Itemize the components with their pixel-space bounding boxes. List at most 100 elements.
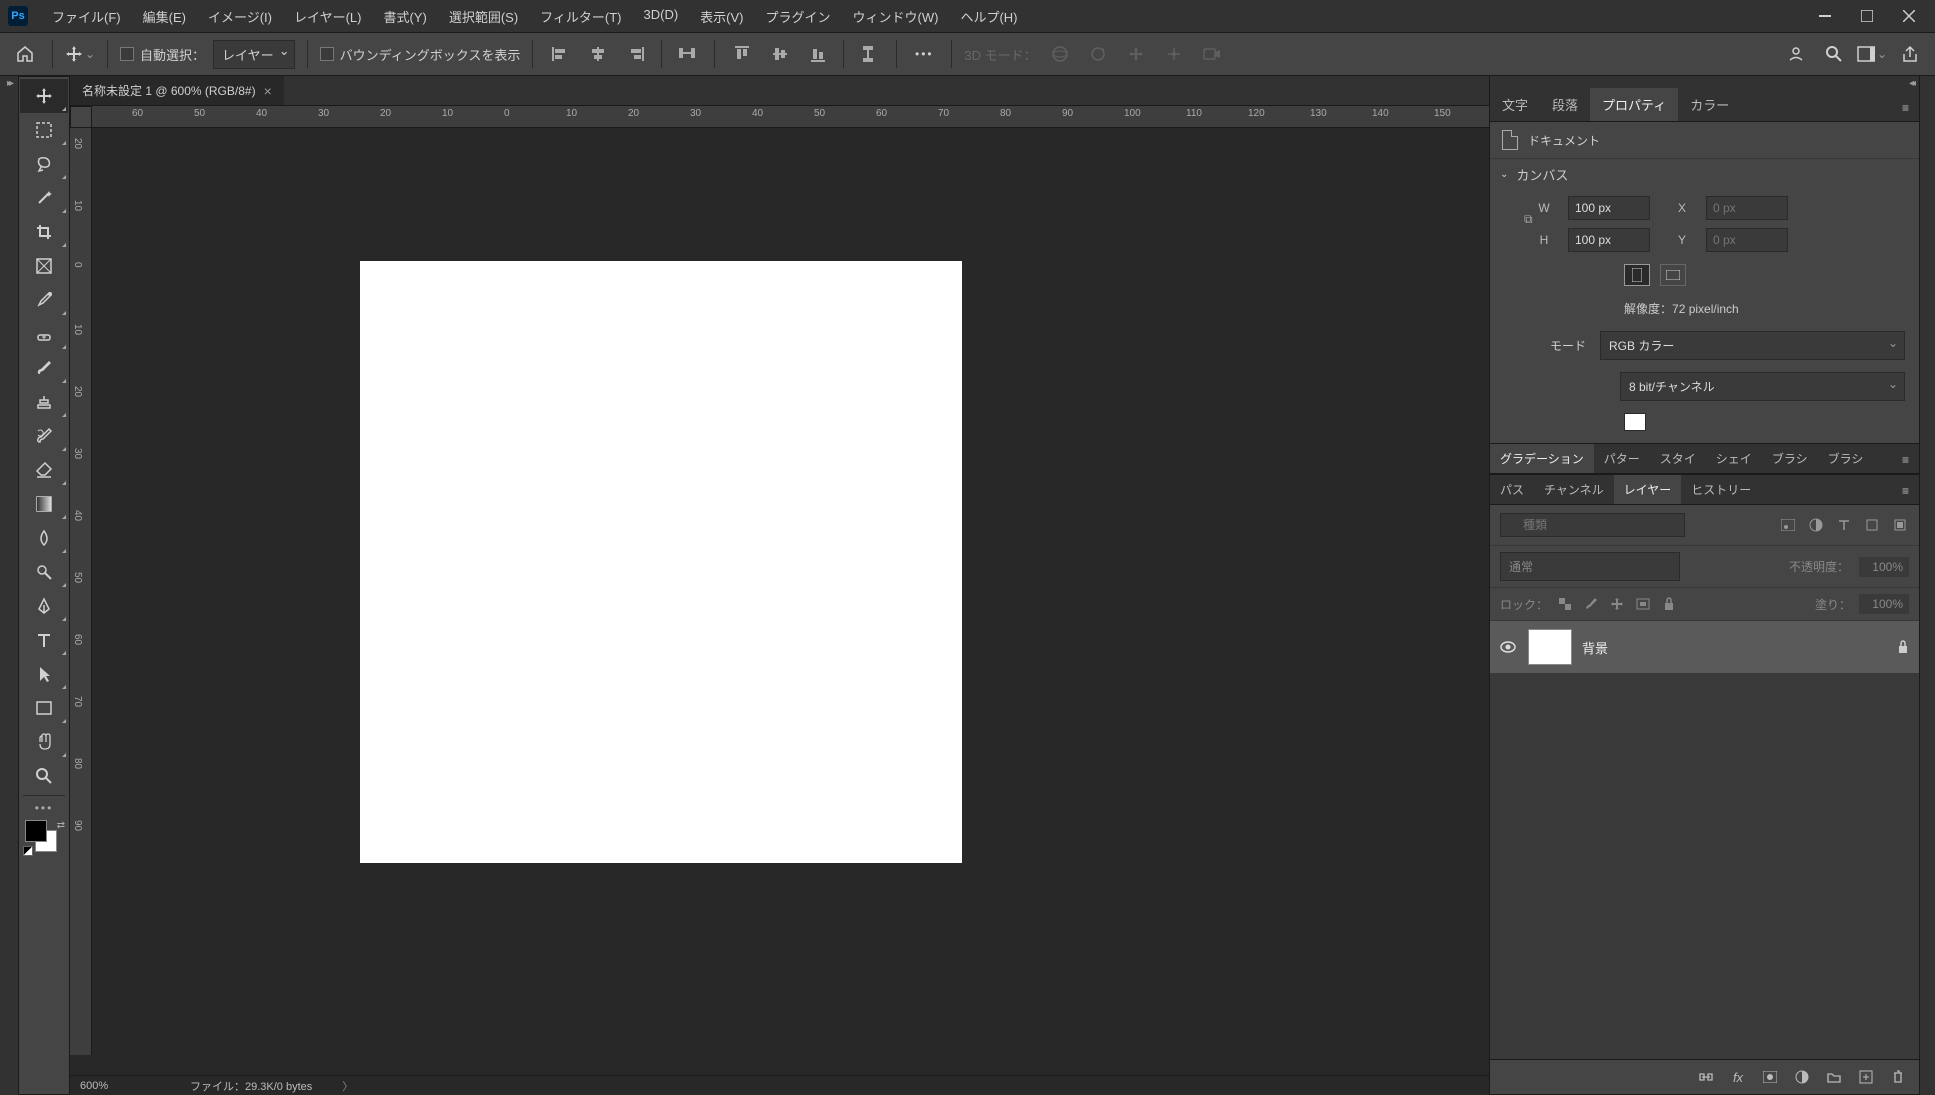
blur-tool[interactable]	[20, 521, 68, 555]
zoom-tool[interactable]	[20, 759, 68, 793]
tab-color[interactable]: カラー	[1678, 88, 1741, 121]
foreground-color-swatch[interactable]	[25, 820, 47, 842]
dodge-tool[interactable]	[20, 555, 68, 589]
document-tab[interactable]: 名称未設定 1 @ 600% (RGB/8#) ×	[70, 76, 284, 105]
tab-patterns[interactable]: パター	[1594, 444, 1650, 473]
tab-shapes[interactable]: シェイ	[1706, 444, 1762, 473]
align-hcenter-icon[interactable]	[583, 39, 613, 69]
tab-paragraph[interactable]: 段落	[1540, 88, 1590, 121]
y-input[interactable]	[1706, 228, 1788, 252]
tab-brushes[interactable]: ブラシ	[1818, 444, 1874, 473]
menu-plugin[interactable]: プラグイン	[756, 3, 841, 30]
status-zoom[interactable]: 600%	[70, 1080, 160, 1092]
lock-position-icon[interactable]	[1608, 595, 1626, 613]
tab-brush-settings[interactable]: ブラシ	[1762, 444, 1818, 473]
layer-thumbnail[interactable]	[1528, 629, 1572, 665]
ruler-horizontal[interactable]: 6050403020100102030405060708090100110120…	[92, 106, 1489, 128]
filter-pixel-icon[interactable]	[1779, 516, 1797, 534]
status-flyout-icon[interactable]: 〉	[342, 1078, 353, 1094]
align-left-icon[interactable]	[545, 39, 575, 69]
blend-mode-dropdown[interactable]: 通常	[1500, 552, 1680, 581]
path-select-tool[interactable]	[20, 657, 68, 691]
history-brush-tool[interactable]	[20, 419, 68, 453]
canvas-viewport[interactable]	[92, 128, 1489, 1055]
eyedropper-tool[interactable]	[20, 283, 68, 317]
checkbox-icon[interactable]	[120, 47, 134, 61]
layer-row-background[interactable]: 背景	[1490, 621, 1919, 673]
layer-visibility-icon[interactable]	[1500, 641, 1518, 653]
layer-mask-icon[interactable]	[1761, 1068, 1779, 1086]
menu-file[interactable]: ファイル(F)	[42, 3, 131, 30]
menu-select[interactable]: 選択範囲(S)	[439, 3, 528, 30]
color-swatches[interactable]: ⇄	[19, 818, 69, 858]
panel-menu-icon[interactable]: ≡	[1892, 447, 1919, 473]
tab-paths[interactable]: パス	[1490, 475, 1534, 504]
hand-tool[interactable]	[20, 725, 68, 759]
orbit-3d-icon[interactable]	[1045, 39, 1075, 69]
brush-tool[interactable]	[20, 351, 68, 385]
menu-type[interactable]: 書式(Y)	[373, 3, 436, 30]
tab-styles[interactable]: スタイ	[1650, 444, 1706, 473]
edit-toolbar-icon[interactable]: •••	[20, 798, 68, 818]
filter-type-icon[interactable]	[1835, 516, 1853, 534]
x-input[interactable]	[1706, 196, 1788, 220]
layer-locked-icon[interactable]	[1897, 640, 1909, 654]
layer-name-label[interactable]: 背景	[1582, 638, 1887, 657]
layer-fx-icon[interactable]: fx	[1729, 1068, 1747, 1086]
align-vcenter-icon[interactable]	[765, 39, 795, 69]
orientation-portrait-icon[interactable]	[1624, 264, 1650, 286]
roll-3d-icon[interactable]	[1083, 39, 1113, 69]
panel-menu-icon[interactable]: ≡	[1892, 478, 1919, 504]
more-options-icon[interactable]: •••	[909, 39, 939, 69]
lock-all-icon[interactable]	[1660, 595, 1678, 613]
delete-layer-icon[interactable]	[1889, 1068, 1907, 1086]
filter-shape-icon[interactable]	[1863, 516, 1881, 534]
slide-3d-icon[interactable]	[1159, 39, 1189, 69]
shape-tool[interactable]	[20, 691, 68, 725]
default-colors-icon[interactable]	[23, 846, 33, 856]
gradient-tool[interactable]	[20, 487, 68, 521]
checkbox-icon[interactable]	[320, 47, 334, 61]
share-icon[interactable]	[1895, 39, 1925, 69]
fill-input[interactable]: 100%	[1859, 594, 1909, 614]
close-button[interactable]	[1891, 4, 1927, 28]
workspace-switcher-icon[interactable]: ⌄	[1857, 39, 1887, 69]
clone-stamp-tool[interactable]	[20, 385, 68, 419]
layer-filter-input[interactable]	[1500, 513, 1685, 537]
type-tool[interactable]	[20, 623, 68, 657]
marquee-tool[interactable]	[20, 113, 68, 147]
close-tab-icon[interactable]: ×	[264, 83, 272, 99]
link-layers-icon[interactable]	[1697, 1068, 1715, 1086]
ruler-vertical[interactable]: 20100102030405060708090	[70, 128, 92, 1055]
adjustment-layer-icon[interactable]	[1793, 1068, 1811, 1086]
move-tool[interactable]	[20, 79, 68, 113]
background-color-chip[interactable]	[1624, 413, 1646, 431]
frame-tool[interactable]	[20, 249, 68, 283]
layer-group-icon[interactable]	[1825, 1068, 1843, 1086]
cloud-user-icon[interactable]	[1781, 39, 1811, 69]
panel-menu-icon[interactable]: ≡	[1892, 95, 1919, 121]
filter-adjustment-icon[interactable]	[1807, 516, 1825, 534]
orientation-landscape-icon[interactable]	[1660, 264, 1686, 286]
healing-brush-tool[interactable]	[20, 317, 68, 351]
menu-3d[interactable]: 3D(D)	[634, 3, 689, 30]
filter-smart-icon[interactable]	[1891, 516, 1909, 534]
camera-3d-icon[interactable]	[1197, 39, 1227, 69]
move-tool-icon[interactable]: ⌄	[65, 39, 95, 69]
canvas[interactable]	[360, 261, 962, 863]
menu-image[interactable]: イメージ(I)	[198, 3, 282, 30]
canvas-section-toggle[interactable]: ⌄ カンバス	[1490, 159, 1919, 190]
align-bottom-icon[interactable]	[803, 39, 833, 69]
tab-channels[interactable]: チャンネル	[1534, 475, 1614, 504]
home-icon[interactable]	[10, 39, 40, 69]
lock-pixels-icon[interactable]	[1556, 595, 1574, 613]
menu-layer[interactable]: レイヤー(L)	[284, 3, 372, 30]
search-icon[interactable]	[1819, 39, 1849, 69]
menu-view[interactable]: 表示(V)	[690, 3, 753, 30]
tab-properties[interactable]: プロパティ	[1590, 88, 1678, 121]
crop-tool[interactable]	[20, 215, 68, 249]
tab-layers[interactable]: レイヤー	[1614, 475, 1682, 504]
bounding-box-checkbox[interactable]: バウンディングボックスを表示	[320, 45, 521, 64]
pen-tool[interactable]	[20, 589, 68, 623]
lasso-tool[interactable]	[20, 147, 68, 181]
